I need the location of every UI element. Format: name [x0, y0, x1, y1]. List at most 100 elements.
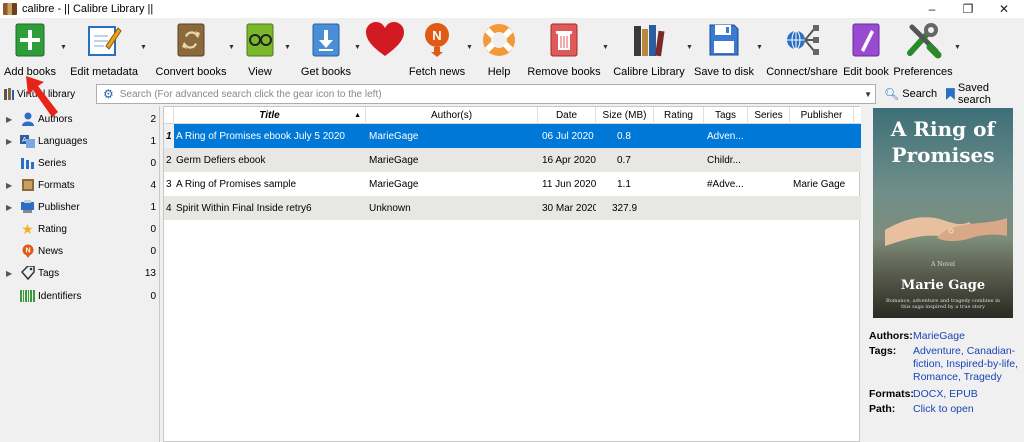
languages-icon: A [20, 134, 35, 149]
maximize-button[interactable]: ❐ [950, 0, 986, 18]
tag-category-rating[interactable]: ★ Rating 0 [0, 218, 160, 240]
holding-hands-illustration [885, 217, 1007, 246]
publisher-icon [20, 200, 35, 215]
donate-heart-button[interactable] [364, 20, 406, 80]
tag-category-languages[interactable]: ▶ A Languages 1 [0, 130, 160, 152]
table-header: Title ▲ Author(s) Date Size (MB) Rating … [164, 107, 861, 124]
heart-icon [365, 20, 405, 60]
edit-metadata-icon [84, 20, 124, 60]
cover-tagline: Romance, adventure and tragedy combine i… [885, 298, 1001, 310]
series-icon [20, 156, 35, 171]
close-button[interactable]: ✕ [986, 0, 1022, 18]
view-book-icon [240, 20, 280, 60]
get-books-button[interactable]: Get books [300, 20, 352, 80]
edit-metadata-button[interactable]: Edit metadata [70, 20, 138, 80]
expand-arrow-icon[interactable]: ▶ [6, 115, 12, 124]
tags-links[interactable]: Adventure, Canadian-fiction, Inspired-by… [913, 345, 1024, 384]
column-header-title[interactable]: Title ▲ [174, 107, 366, 124]
title-bar: calibre - || Calibre Library || – ❐ ✕ [0, 0, 1024, 18]
edit-metadata-dropdown-icon[interactable]: ▼ [140, 44, 147, 51]
table-row[interactable]: 2 Germ Defiers ebook MarieGage 16 Apr 20… [164, 148, 861, 172]
svg-text:N: N [25, 248, 30, 255]
expand-arrow-icon[interactable]: ▶ [6, 137, 12, 146]
book-date-cell: 11 Jun 2020 [542, 178, 596, 190]
convert-books-dropdown-icon[interactable]: ▼ [228, 44, 235, 51]
expand-arrow-icon[interactable]: ▶ [6, 203, 12, 212]
tag-category-series[interactable]: Series 0 [0, 152, 160, 174]
book-title-cell: Spirit Within Final Inside retry6 [176, 202, 312, 214]
add-book-icon [10, 20, 50, 60]
gear-icon[interactable]: ⚙ [103, 87, 114, 101]
view-button[interactable]: View [240, 20, 280, 80]
search-icon: 🔍︎ [884, 87, 900, 101]
edit-book-icon [846, 20, 886, 60]
book-cover-image[interactable]: A Ring of Promises A Novel Marie Gage Ro… [873, 108, 1013, 318]
table-row[interactable]: 3 A Ring of Promises sample MarieGage 11… [164, 172, 861, 196]
formats-links[interactable]: DOCX, EPUB [913, 388, 1024, 401]
column-header-series[interactable]: Series [748, 107, 790, 124]
get-books-dropdown-icon[interactable]: ▼ [354, 44, 361, 51]
table-row[interactable]: 4 Spirit Within Final Inside retry6 Unkn… [164, 196, 861, 220]
search-input[interactable]: ⚙ Search (For advanced search click the … [96, 84, 876, 104]
tag-category-news[interactable]: N News 0 [0, 240, 160, 262]
red-annotation-arrow [26, 76, 58, 117]
book-publisher-cell [793, 196, 853, 220]
detail-authors-row: Authors: MarieGage [869, 330, 1024, 344]
fetch-news-button[interactable]: N Fetch news [409, 20, 465, 80]
book-tags-cell: Adven... [707, 130, 744, 142]
main-toolbar: Add books ▼ Edit metadata ▼ Convert book… [0, 18, 1024, 81]
book-list-table: Title ▲ Author(s) Date Size (MB) Rating … [163, 106, 861, 442]
remove-books-icon [544, 20, 584, 60]
convert-books-icon [171, 20, 211, 60]
column-header-rating[interactable]: Rating [654, 107, 704, 124]
barcode-icon [20, 289, 35, 304]
fetch-news-dropdown-icon[interactable]: ▼ [466, 44, 473, 51]
expand-arrow-icon[interactable]: ▶ [6, 181, 12, 190]
preferences-dropdown-icon[interactable]: ▼ [954, 44, 961, 51]
add-books-dropdown-icon[interactable]: ▼ [60, 44, 67, 51]
connect-share-icon [782, 20, 822, 60]
lifebuoy-icon [479, 20, 519, 60]
column-header-date[interactable]: Date [538, 107, 596, 124]
saved-search-button[interactable]: Saved search [946, 82, 1024, 106]
tools-icon [903, 20, 943, 60]
preferences-button[interactable]: Preferences [893, 20, 953, 80]
convert-books-button[interactable]: Convert books [156, 20, 226, 80]
cover-title: A Ring of Promises [890, 117, 996, 167]
detail-path-row: Path: Click to open [869, 403, 1024, 417]
connect-share-button[interactable]: Connect/share [766, 20, 838, 80]
view-dropdown-icon[interactable]: ▼ [284, 44, 291, 51]
help-button[interactable]: Help [478, 20, 520, 80]
calibre-library-button[interactable]: Calibre Library [613, 20, 685, 80]
edit-book-button[interactable]: Edit book [842, 20, 890, 80]
table-row[interactable]: 1 A Ring of Promises ebook July 5 2020 M… [164, 124, 861, 148]
bookmark-icon [946, 88, 955, 100]
save-to-disk-dropdown-icon[interactable]: ▼ [756, 44, 763, 51]
tag-category-tags[interactable]: ▶ Tags 13 [0, 262, 160, 284]
author-link[interactable]: MarieGage [913, 330, 1024, 343]
search-button[interactable]: 🔍︎ Search [884, 85, 937, 103]
tag-category-publisher[interactable]: ▶ Publisher 1 [0, 196, 160, 218]
expand-arrow-icon[interactable]: ▶ [6, 269, 12, 278]
save-to-disk-button[interactable]: Save to disk [694, 20, 754, 80]
column-header-publisher[interactable]: Publisher [790, 107, 854, 124]
column-header-size[interactable]: Size (MB) [596, 107, 654, 124]
column-header-authors[interactable]: Author(s) [366, 107, 538, 124]
fetch-news-icon: N [417, 20, 457, 60]
book-publisher-cell [793, 148, 853, 172]
add-books-button[interactable]: Add books [4, 20, 56, 80]
tag-category-formats[interactable]: ▶ Formats 4 [0, 174, 160, 196]
search-placeholder: Search (For advanced search click the ge… [119, 88, 382, 100]
search-history-dropdown-icon[interactable]: ▼ [864, 90, 872, 99]
tag-category-identifiers[interactable]: Identifiers 0 [0, 285, 160, 307]
remove-books-dropdown-icon[interactable]: ▼ [602, 44, 609, 51]
book-author-cell: MarieGage [369, 154, 419, 166]
remove-books-button[interactable]: Remove books [527, 20, 601, 80]
calibre-app-icon [3, 3, 17, 15]
book-date-cell: 30 Mar 2020 [542, 202, 596, 214]
path-link[interactable]: Click to open [913, 403, 1024, 416]
minimize-button[interactable]: – [914, 0, 950, 18]
column-header-tags[interactable]: Tags [704, 107, 748, 124]
calibre-library-dropdown-icon[interactable]: ▼ [686, 44, 693, 51]
book-date-cell: 06 Jul 2020 [542, 130, 594, 142]
